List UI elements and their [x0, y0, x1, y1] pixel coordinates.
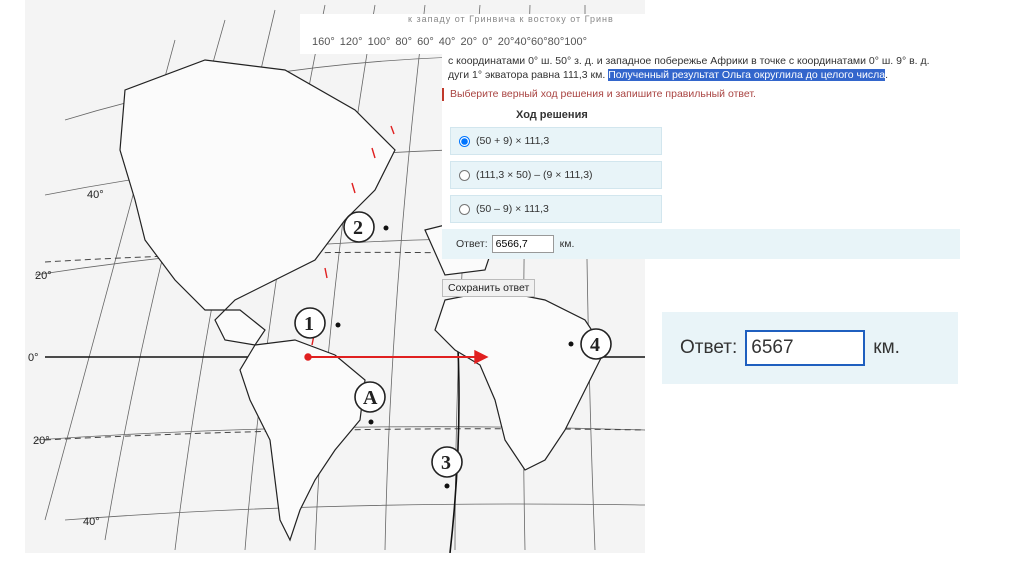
question-line-2-text: дуги 1° экватора равна 111,3 км.: [448, 69, 609, 81]
lat-label-20s: 20°: [33, 435, 50, 447]
lat-label-0: 0°: [28, 352, 39, 364]
question-line-1: с координатами 0° ш. 50° з. д. и западно…: [448, 55, 930, 67]
zoom-answer-label: Ответ:: [680, 337, 738, 358]
highlighted-text: Полученный результат Ольга округлила до …: [608, 69, 886, 81]
point-1-label: 1: [304, 313, 314, 335]
option-2[interactable]: (111,3 × 50) – (9 × 111,3): [450, 161, 662, 189]
answer-label: Ответ:: [456, 238, 488, 250]
point-4-label: 4: [590, 334, 600, 356]
option-1-radio[interactable]: [459, 135, 470, 147]
option-3-label: (50 – 9) × 111,3: [476, 203, 549, 215]
save-answer-button[interactable]: Сохранить ответ: [442, 279, 536, 297]
answer-unit: км.: [559, 238, 575, 250]
zoom-answer-value: 6567: [751, 337, 794, 358]
option-1[interactable]: (50 + 9) × 111,3: [450, 127, 662, 155]
point-3-label: 3: [441, 452, 451, 474]
option-3-radio[interactable]: [459, 203, 470, 215]
option-3[interactable]: (50 – 9) × 111,3: [450, 195, 662, 223]
instruction-text: Выберите верный ход решения и запишите п…: [442, 88, 960, 101]
lat-label-40n: 40°: [87, 189, 104, 201]
option-2-radio[interactable]: [459, 169, 470, 181]
map-top-caption: к западу от Гринвича к востоку от Гринв: [408, 14, 614, 24]
lat-label-40s: 40°: [83, 516, 100, 528]
question-line-2-end: .: [885, 69, 888, 81]
map-header: к западу от Гринвича к востоку от Гринв …: [300, 14, 645, 54]
lat-label-20n: 20°: [35, 270, 52, 282]
longitude-scale: 160° 120° 100° 80° 60° 40° 20° 0° 20°40°…: [312, 36, 588, 48]
solution-title: Ход решения: [516, 109, 588, 121]
answer-zoom-panel: Ответ: 6567 км.: [662, 312, 958, 384]
option-2-label: (111,3 × 50) – (9 × 111,3): [476, 169, 593, 181]
point-2-label: 2: [353, 217, 363, 239]
question-line-2: дуги 1° экватора равна 111,3 км. Получен…: [442, 68, 960, 82]
quiz-panel: с координатами 0° ш. 50° з. д. и западно…: [442, 54, 960, 259]
option-1-label: (50 + 9) × 111,3: [476, 135, 550, 147]
point-a-label: А: [363, 387, 378, 409]
zoom-answer-unit: км.: [873, 337, 900, 358]
answer-row: Ответ: км.: [442, 229, 960, 259]
zoom-answer-field[interactable]: 6567: [745, 330, 866, 366]
answer-input[interactable]: [491, 235, 554, 253]
